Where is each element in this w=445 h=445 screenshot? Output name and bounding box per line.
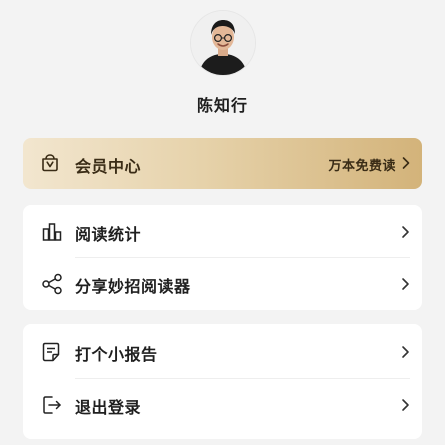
report-document-icon (42, 342, 60, 362)
menu-item-label: 阅读统计 (75, 225, 142, 244)
avatar[interactable] (191, 11, 255, 75)
chevron-right-icon (402, 399, 409, 411)
menu-item-report[interactable]: 打个小报告 (23, 326, 422, 378)
menu-item-label: 分享妙招阅读器 (75, 277, 191, 296)
menu-item-label: 退出登录 (75, 398, 142, 417)
menu-item-share-reader[interactable]: 分享妙招阅读器 (23, 258, 422, 310)
user-name: 陈知行 (196, 96, 248, 115)
menu-item-label: 打个小报告 (75, 345, 158, 364)
profile-header: 陈知行 (0, 0, 445, 130)
vip-promo-text: 万本免费读 (328, 159, 396, 174)
chevron-right-icon (402, 226, 409, 238)
menu-card-account: 打个小报告 退出登录 (23, 324, 422, 439)
logout-icon (43, 396, 61, 414)
bar-chart-icon (42, 223, 62, 241)
menu-item-reading-stats[interactable]: 阅读统计 (23, 206, 422, 258)
vip-center-label: 会员中心 (75, 157, 142, 176)
chevron-right-icon (402, 278, 409, 290)
menu-card-reading: 阅读统计 分享妙招阅读器 (23, 205, 422, 310)
chevron-right-icon (402, 157, 410, 169)
menu-item-logout[interactable]: 退出登录 (23, 379, 422, 431)
share-icon (42, 273, 62, 295)
chevron-right-icon (402, 346, 409, 358)
membership-bag-icon (42, 154, 58, 172)
vip-center-banner[interactable]: 会员中心 万本免费读 (23, 138, 422, 189)
person-avatar-icon (191, 11, 255, 75)
